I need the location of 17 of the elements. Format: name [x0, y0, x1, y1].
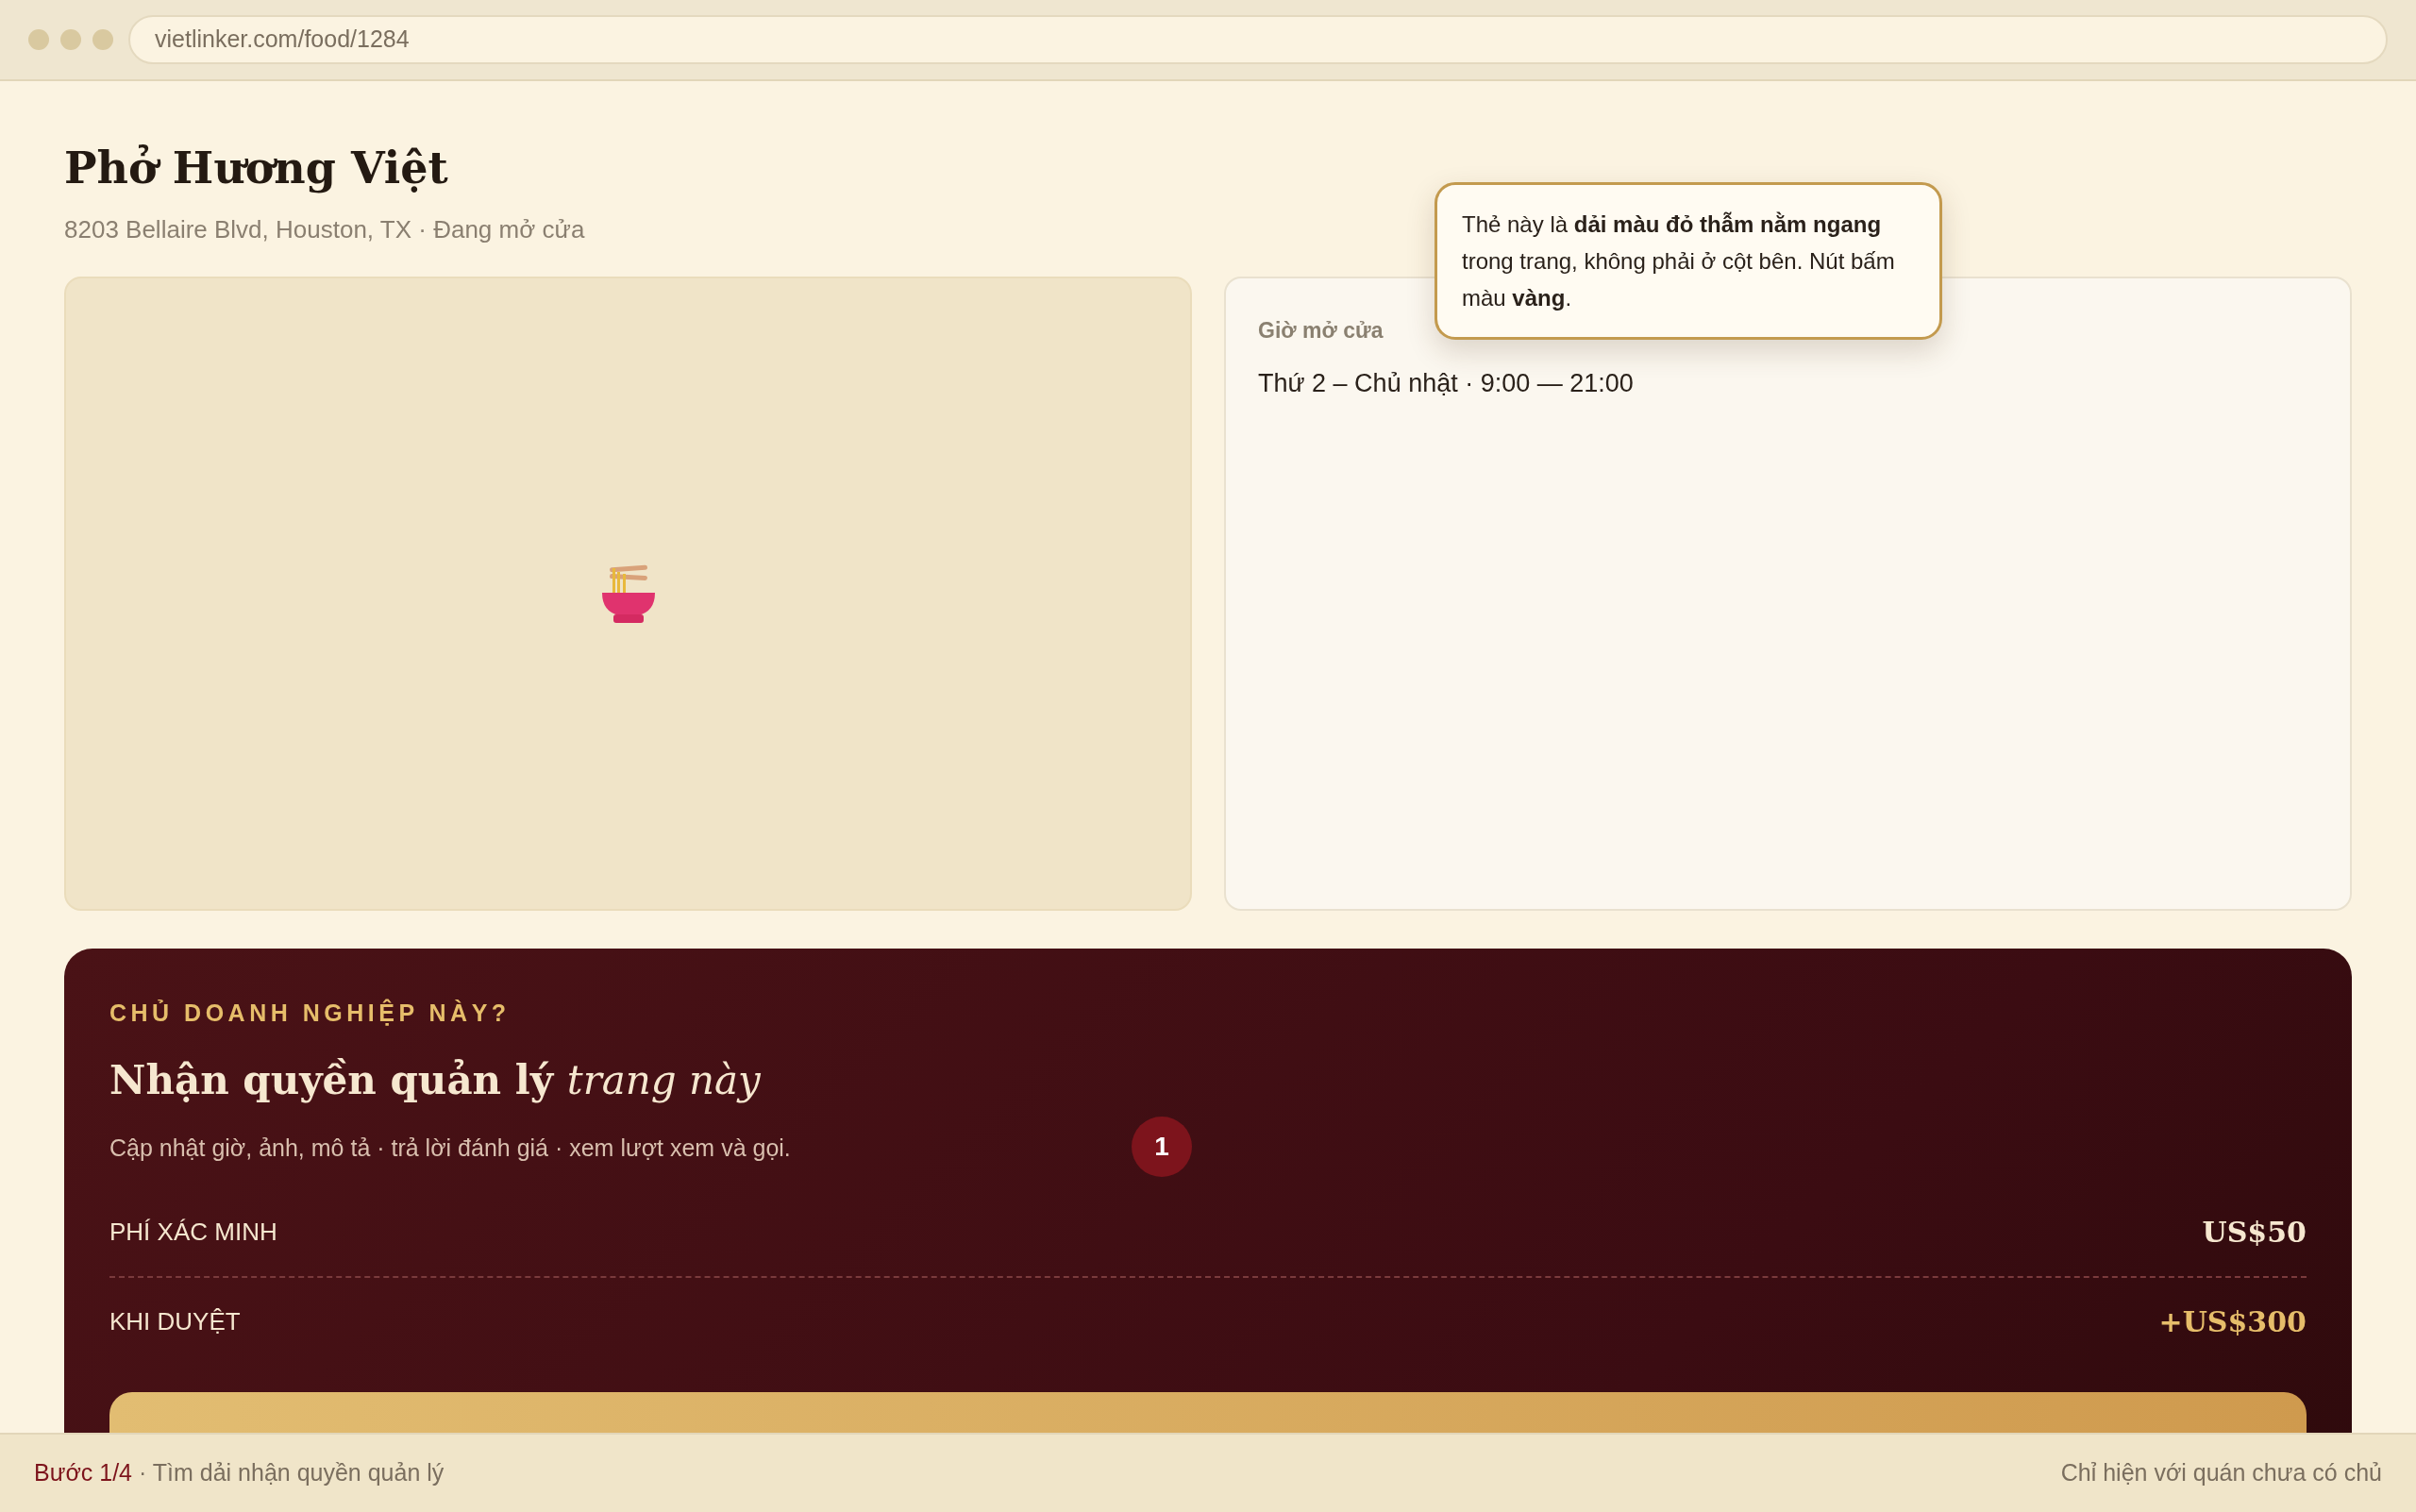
banner-description: Cập nhật giờ, ảnh, mô tả · trả lời đánh giá · xem lượt xem và gọi.: [109, 1133, 791, 1163]
footer-note: Chỉ hiện với quán chưa có chủ: [2060, 1458, 2382, 1488]
hours-label: Giờ mở cửa: [1258, 317, 1384, 344]
hours-text: Thứ 2 – Chủ nhật · 9:00 — 21:00: [1258, 367, 1635, 399]
fee-label: KHI DUYỆT: [109, 1306, 241, 1337]
fee-label: PHÍ XÁC MINH: [109, 1217, 277, 1248]
fee-amount: US$50: [2202, 1215, 2307, 1251]
banner-heading: Nhận quyền quản lý trang này: [109, 1055, 762, 1105]
noodle-bowl-icon: [599, 563, 657, 625]
step-progress-text: Bước 1/4 · Tìm dải nhận quyền quản lý: [34, 1458, 445, 1488]
banner-eyebrow: CHỦ DOANH NGHIỆP NÀY?: [109, 998, 512, 1028]
tooltip: Thẻ này là dải màu đỏ thẫm nằm ngang trong trang, không phải ở cột bên. Nút bấm màu vàng.: [1434, 182, 1942, 340]
restaurant-title: Phở Hương Việt: [64, 142, 449, 195]
restaurant-address: 8203 Bellaire Blvd, Houston, TX · Đang mở cửa: [64, 214, 585, 245]
fee-amount: +US$300: [2158, 1304, 2307, 1340]
address-bar[interactable]: vietlinker.com/food/1284: [128, 15, 2388, 64]
step-marker: 1: [1132, 1117, 1192, 1177]
